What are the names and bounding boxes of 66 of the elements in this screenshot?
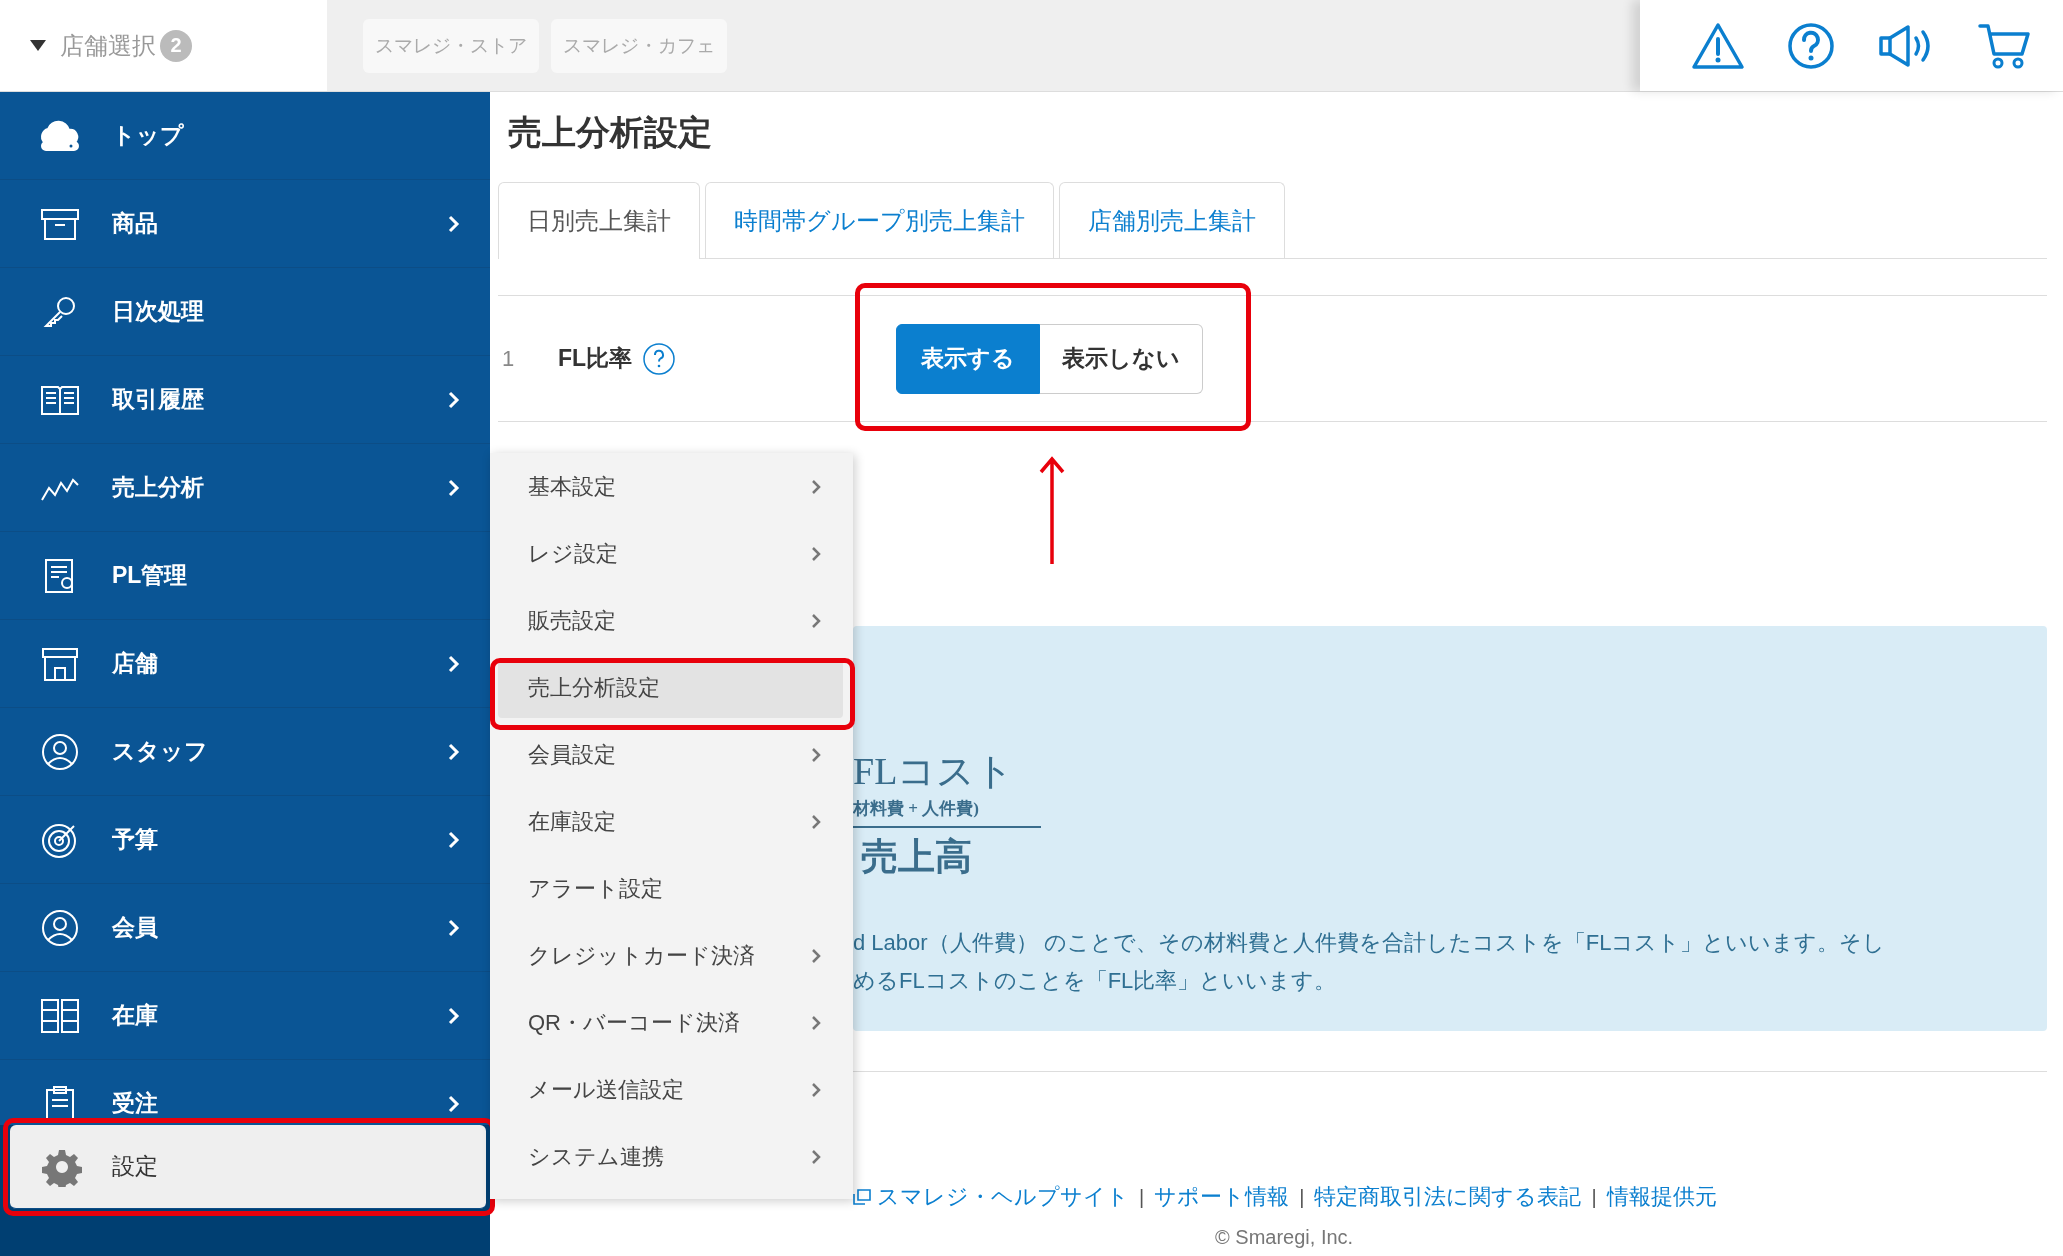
cart-icon[interactable] — [1977, 21, 2032, 70]
tab[interactable]: 時間帯グループ別売上集計 — [705, 182, 1054, 258]
chevron-right-icon — [448, 1006, 460, 1025]
chevron-right-icon — [811, 478, 821, 495]
menu-item[interactable]: アラート設定 — [490, 855, 843, 922]
menu-item[interactable]: メール送信設定 — [490, 1056, 843, 1123]
sidebar-item[interactable]: 会員 — [0, 884, 490, 972]
chevron-right-icon — [448, 1094, 460, 1113]
sidebar-item[interactable]: 商品 — [0, 180, 490, 268]
tab[interactable]: 店舗別売上集計 — [1059, 182, 1285, 258]
info-text: めるFLコストのことを「FL比率」といいます。 — [853, 967, 1338, 995]
separator: | — [1591, 1185, 1597, 1209]
menu-item[interactable]: 基本設定 — [490, 453, 843, 520]
chevron-right-icon — [448, 214, 460, 233]
sidebar-item[interactable]: 店舗 — [0, 620, 490, 708]
info-text: d Labor（人件費） のことで、その材料費と人件費を合計したコストを「FLコスト」といいます。そし — [853, 929, 1887, 957]
sidebar-item[interactable]: 設定 — [10, 1125, 486, 1209]
sidebar-item[interactable]: 売上分析 — [0, 444, 490, 532]
chevron-right-icon — [811, 545, 821, 562]
help-icon[interactable] — [1787, 21, 1836, 70]
chevron-right-icon — [448, 390, 460, 409]
footer-link[interactable]: スマレジ・ヘルプサイト — [877, 1182, 1129, 1212]
sidebar-item[interactable]: スタッフ — [0, 708, 490, 796]
toggle-option[interactable]: 表示する — [896, 323, 1041, 394]
chevron-right-icon — [448, 918, 460, 937]
sidebar-item[interactable]: 予算 — [0, 796, 490, 884]
menu-item[interactable]: システム連携 — [490, 1123, 843, 1190]
menu-item[interactable]: 在庫設定 — [490, 788, 843, 855]
footer-link[interactable]: 情報提供元 — [1606, 1182, 1717, 1212]
chevron-right-icon — [811, 947, 821, 964]
chevron-right-icon — [448, 478, 460, 497]
chevron-right-icon — [448, 742, 460, 761]
sidebar-item[interactable]: PL管理 — [0, 532, 490, 620]
menu-item[interactable]: QR・バーコード決済 — [490, 989, 843, 1056]
chevron-right-icon — [811, 1148, 821, 1165]
caret-icon — [30, 39, 46, 52]
setting-label: FL比率 — [558, 344, 633, 373]
formula-numerator: FLコスト — [853, 749, 1015, 794]
row-number: 1 — [501, 345, 516, 372]
footer-link[interactable]: 特定商取引法に関する表記 — [1314, 1182, 1582, 1212]
separator: | — [1139, 1185, 1145, 1209]
menu-item[interactable]: 会員設定 — [490, 721, 843, 788]
separator: | — [1299, 1185, 1305, 1209]
count-badge: 2 — [160, 29, 192, 62]
footer-link[interactable]: サポート情報 — [1154, 1182, 1290, 1212]
sidebar-item[interactable]: 取引履歴 — [0, 356, 490, 444]
menu-item[interactable]: クレジットカード決済 — [490, 922, 843, 989]
page-title: 売上分析設定 — [508, 112, 713, 153]
chevron-right-icon — [811, 1014, 821, 1031]
sidebar-item[interactable]: 日次処理 — [0, 268, 490, 356]
tab[interactable]: 日別売上集計 — [498, 182, 700, 259]
chevron-right-icon — [448, 830, 460, 849]
chevron-right-icon — [448, 654, 460, 673]
copyright: © Smaregi, Inc. — [1215, 1226, 1354, 1249]
help-icon[interactable] — [642, 341, 677, 376]
sidebar-item[interactable]: トップ — [0, 92, 490, 180]
menu-item[interactable]: レジ設定 — [490, 520, 843, 587]
chevron-right-icon — [811, 813, 821, 830]
chevron-right-icon — [811, 746, 821, 763]
chevron-right-icon — [811, 1081, 821, 1098]
toggle-option[interactable]: 表示しない — [1040, 323, 1204, 394]
formula-denominator: 売上高 — [860, 835, 972, 879]
sidebar-item[interactable]: 在庫 — [0, 972, 490, 1060]
warning-icon[interactable] — [1691, 21, 1746, 70]
chevron-right-icon — [811, 612, 821, 629]
menu-item[interactable]: 販売設定 — [490, 587, 843, 654]
